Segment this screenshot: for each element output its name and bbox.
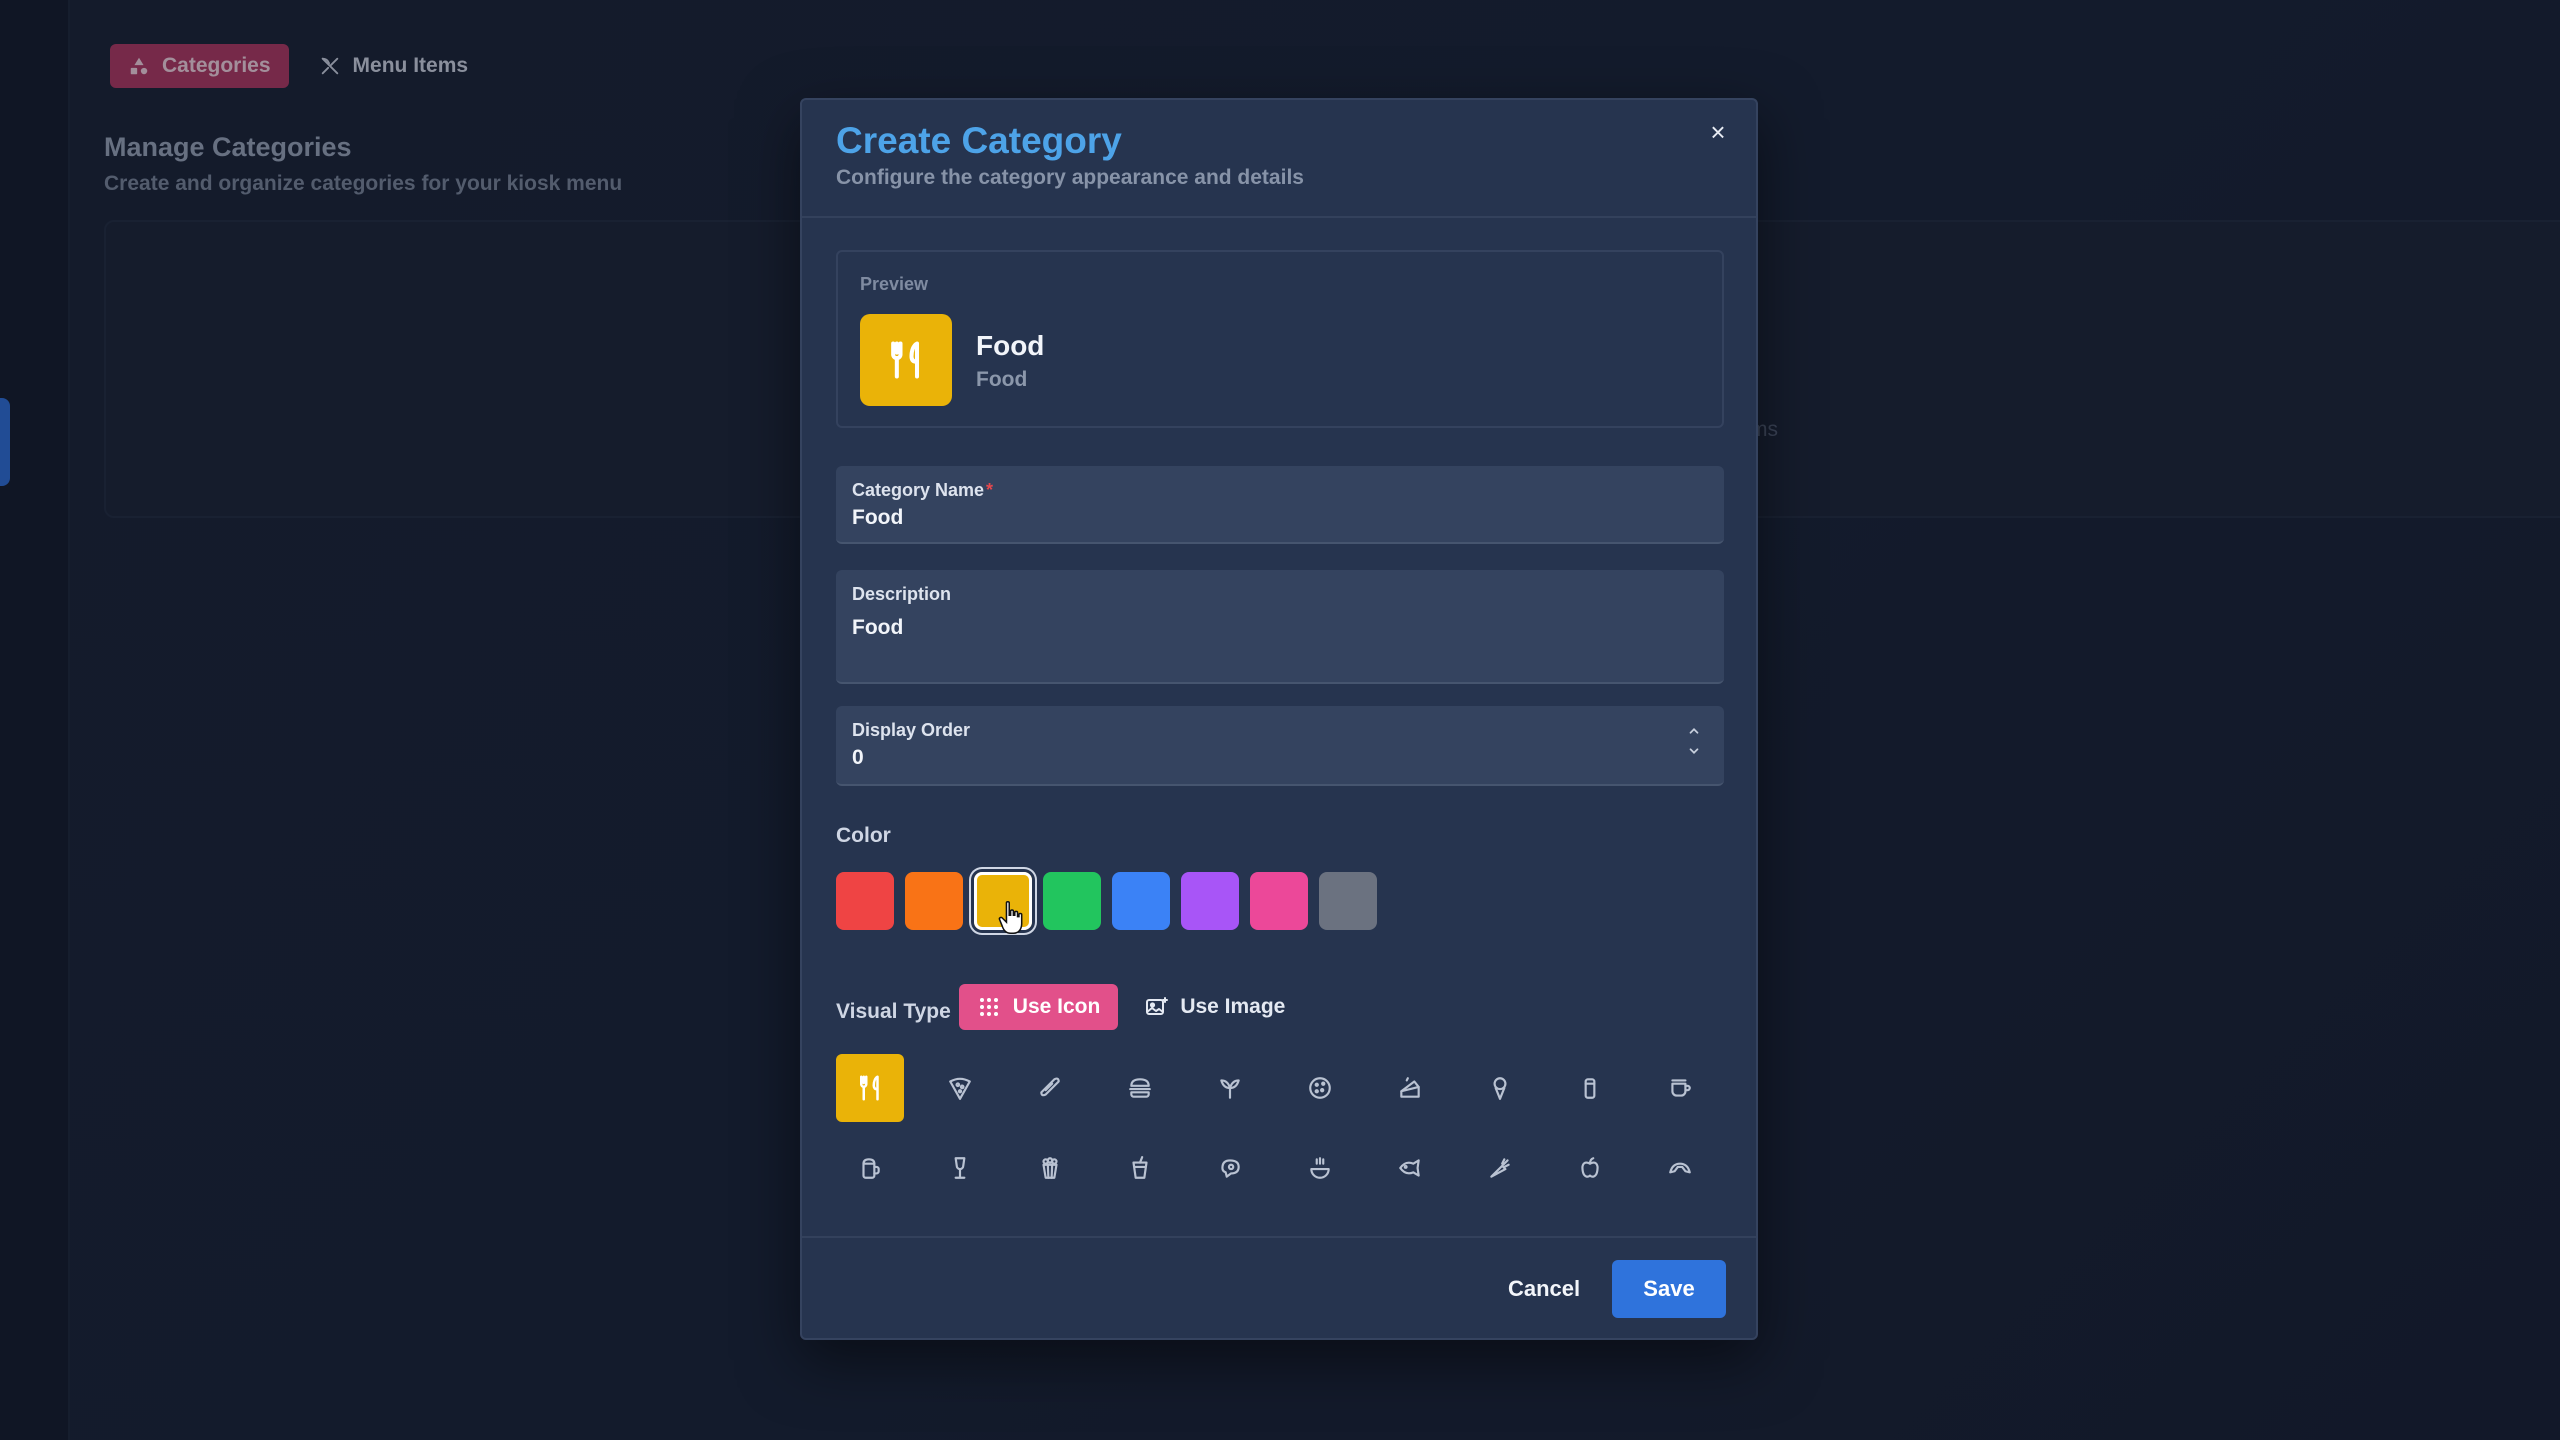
icon-option[interactable]: [836, 1054, 904, 1122]
icon-option[interactable]: [836, 1134, 904, 1202]
display-order-label: Display Order: [852, 720, 971, 740]
color-swatch[interactable]: [1112, 872, 1170, 930]
category-name-label: Category Name *: [852, 480, 993, 501]
hand-cursor-icon: [998, 900, 1023, 934]
modal-subtitle: Configure the category appearance and de…: [836, 166, 1304, 189]
icon-option[interactable]: [1376, 1134, 1444, 1202]
color-swatch[interactable]: [1250, 872, 1308, 930]
beer-icon: [862, 1158, 880, 1179]
icon-option[interactable]: [1646, 1054, 1714, 1122]
use-image-button[interactable]: Use Image: [1126, 984, 1303, 1030]
sandwich-icon: [1040, 1077, 1060, 1097]
drink-can-icon: [1584, 1078, 1596, 1099]
icon-option[interactable]: [1016, 1054, 1084, 1122]
icon-option[interactable]: [1196, 1134, 1264, 1202]
category-name-field[interactable]: Category Name * Food: [836, 466, 1724, 544]
visual-type-row: Visual Type Use Icon Use Image: [836, 984, 1303, 1030]
icon-option[interactable]: [1106, 1134, 1174, 1202]
header-divider: [802, 216, 1756, 218]
icon-option[interactable]: [1106, 1054, 1174, 1122]
cake-icon: [1400, 1077, 1420, 1098]
salad-icon: [1220, 1079, 1240, 1099]
icon-option[interactable]: [1376, 1054, 1444, 1122]
color-swatches: [836, 872, 1377, 930]
color-swatch[interactable]: [1319, 872, 1377, 930]
popcorn-icon: [1042, 1157, 1058, 1179]
icon-option[interactable]: [1196, 1054, 1264, 1122]
chevron-up-icon[interactable]: [1687, 724, 1701, 738]
color-label: Color: [836, 824, 891, 847]
wine-icon: [954, 1157, 966, 1179]
use-image-label: Use Image: [1180, 995, 1286, 1018]
pizza-icon: [949, 1077, 971, 1100]
croissant-icon: [1669, 1162, 1691, 1174]
icon-option[interactable]: [1016, 1134, 1084, 1202]
icon-option[interactable]: [1466, 1134, 1534, 1202]
modal-title: Create Category: [836, 120, 1122, 161]
icon-option[interactable]: [926, 1054, 994, 1122]
color-swatch[interactable]: [1043, 872, 1101, 930]
use-icon-label: Use Icon: [1012, 995, 1101, 1018]
use-icon-button[interactable]: Use Icon: [958, 984, 1119, 1030]
required-marker: *: [986, 480, 994, 500]
color-swatch[interactable]: [905, 872, 963, 930]
fish-icon: [1399, 1159, 1420, 1177]
preview-label: Preview: [860, 274, 929, 294]
beef-icon: [1221, 1159, 1240, 1178]
display-order-field[interactable]: Display Order 0: [836, 706, 1724, 786]
carrot-icon: [1490, 1158, 1510, 1178]
display-order-stepper[interactable]: [1684, 724, 1704, 758]
save-button[interactable]: Save: [1612, 1260, 1726, 1318]
color-swatch[interactable]: [836, 872, 894, 930]
grid-icon: [979, 998, 998, 1016]
category-name-input[interactable]: Food: [852, 506, 903, 530]
icon-option[interactable]: [1646, 1134, 1714, 1202]
coffee-icon: [1671, 1079, 1691, 1097]
create-category-modal: Create Category Configure the category a…: [800, 98, 1758, 1340]
icon-option[interactable]: [1466, 1054, 1534, 1122]
description-field[interactable]: Description Food: [836, 570, 1724, 684]
close-icon: ×: [1710, 116, 1726, 147]
ice-cream-icon: [1493, 1077, 1507, 1100]
icon-option[interactable]: [1286, 1054, 1354, 1122]
description-label: Description: [852, 584, 952, 604]
close-button[interactable]: ×: [1702, 116, 1734, 148]
icon-option[interactable]: [1286, 1134, 1354, 1202]
image-icon: [1146, 997, 1169, 1015]
icon-picker-grid: [836, 1054, 1724, 1202]
preview-icon-tile: [860, 314, 952, 406]
utensils-icon: [860, 1075, 879, 1101]
cancel-button[interactable]: Cancel: [1492, 1260, 1596, 1318]
chevron-down-icon[interactable]: [1687, 744, 1701, 758]
category-name-label-text: Category Name: [852, 480, 985, 500]
preview-name: Food: [976, 330, 1045, 361]
category-preview: Preview Food Food: [836, 250, 1724, 428]
soup-icon: [1310, 1157, 1330, 1179]
burger-icon: [1129, 1078, 1151, 1098]
icon-option[interactable]: [1556, 1134, 1624, 1202]
icon-option[interactable]: [926, 1134, 994, 1202]
icon-option[interactable]: [1556, 1054, 1624, 1122]
visual-type-label: Visual Type: [836, 1000, 951, 1023]
utensils-icon: [891, 341, 920, 379]
color-swatch[interactable]: [1181, 872, 1239, 930]
description-textarea[interactable]: Food: [852, 616, 903, 640]
soda-cup-icon: [1132, 1156, 1148, 1179]
preview-description: Food: [976, 368, 1028, 391]
cookie-icon: [1309, 1077, 1331, 1099]
apple-icon: [1581, 1157, 1599, 1178]
display-order-input[interactable]: 0: [852, 746, 864, 770]
footer-divider: [802, 1236, 1756, 1238]
